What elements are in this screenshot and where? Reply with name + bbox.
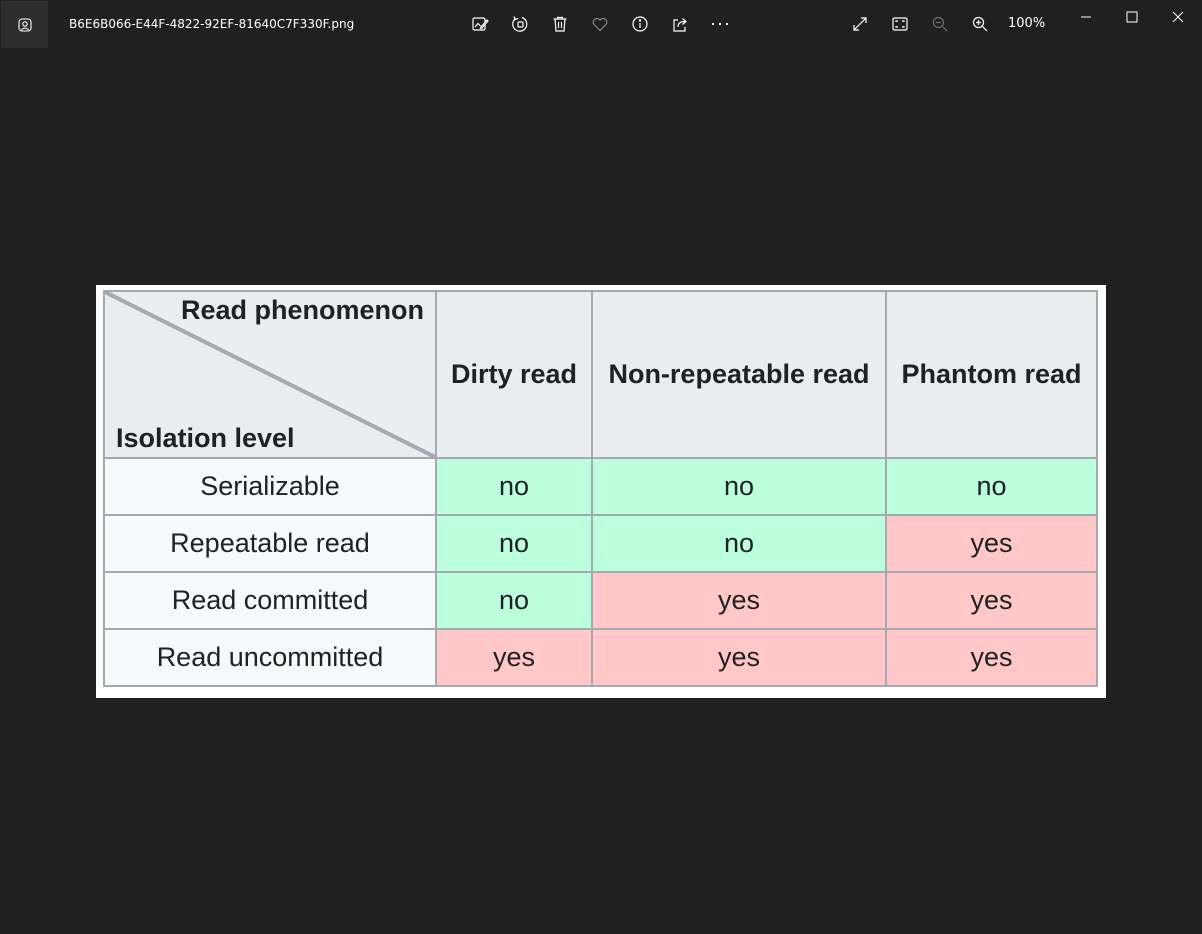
zoom-out-button[interactable] bbox=[924, 8, 956, 40]
rotate-icon bbox=[511, 15, 529, 33]
isolation-level-table: Read phenomenon Isolation level Dirty re… bbox=[103, 290, 1098, 687]
minimize-icon bbox=[1080, 8, 1092, 27]
isolation-level-label: Isolation level bbox=[116, 423, 295, 453]
table-row: Serializable no no no bbox=[103, 457, 1098, 516]
table-cell: yes bbox=[885, 514, 1098, 573]
row-label: Repeatable read bbox=[103, 514, 437, 573]
title-bar: B6E6B066-E44F-4822-92EF-81640C7F330F.png bbox=[0, 0, 1202, 48]
zoom-in-icon bbox=[971, 15, 989, 33]
edit-image-button[interactable] bbox=[464, 8, 496, 40]
table-row: Repeatable read no no yes bbox=[103, 514, 1098, 573]
table-cell: no bbox=[435, 457, 593, 516]
table-cell: no bbox=[435, 571, 593, 630]
info-icon bbox=[631, 15, 649, 33]
column-header: Phantom read bbox=[885, 290, 1098, 459]
fit-to-window-button[interactable] bbox=[884, 8, 916, 40]
more-options-button[interactable] bbox=[704, 8, 736, 40]
table-cell: no bbox=[885, 457, 1098, 516]
file-name: B6E6B066-E44F-4822-92EF-81640C7F330F.png bbox=[69, 17, 355, 31]
close-icon bbox=[1172, 8, 1184, 27]
row-label: Read committed bbox=[103, 571, 437, 630]
table-cell: no bbox=[435, 514, 593, 573]
row-label: Serializable bbox=[103, 457, 437, 516]
rotate-button[interactable] bbox=[504, 8, 536, 40]
column-header: Dirty read bbox=[435, 290, 593, 459]
fit-window-icon bbox=[891, 15, 909, 33]
corner-header: Read phenomenon Isolation level bbox=[103, 290, 437, 459]
more-icon bbox=[710, 15, 730, 33]
table-cell: yes bbox=[591, 571, 887, 630]
table-cell: yes bbox=[885, 571, 1098, 630]
table-cell: yes bbox=[435, 628, 593, 687]
photos-app-icon[interactable] bbox=[1, 1, 48, 48]
zoom-out-icon bbox=[931, 15, 949, 33]
info-button[interactable] bbox=[624, 8, 656, 40]
delete-icon bbox=[551, 15, 569, 33]
delete-button[interactable] bbox=[544, 8, 576, 40]
maximize-button[interactable] bbox=[1109, 0, 1155, 34]
table-cell: no bbox=[591, 457, 887, 516]
header-row: Read phenomenon Isolation level Dirty re… bbox=[103, 290, 1098, 459]
table-row: Read uncommitted yes yes yes bbox=[103, 628, 1098, 687]
zoom-level-label[interactable]: 100% bbox=[1008, 16, 1045, 31]
close-button[interactable] bbox=[1155, 0, 1201, 34]
favorite-button[interactable] bbox=[584, 8, 616, 40]
fullscreen-button[interactable] bbox=[844, 8, 876, 40]
column-header: Non-repeatable read bbox=[591, 290, 887, 459]
table-cell: yes bbox=[885, 628, 1098, 687]
row-label: Read uncommitted bbox=[103, 628, 437, 687]
favorite-icon bbox=[591, 15, 609, 33]
displayed-image: Read phenomenon Isolation level Dirty re… bbox=[96, 285, 1106, 698]
share-icon bbox=[671, 15, 689, 33]
share-button[interactable] bbox=[664, 8, 696, 40]
table-cell: yes bbox=[591, 628, 887, 687]
maximize-icon bbox=[1126, 8, 1138, 27]
photos-app-window: B6E6B066-E44F-4822-92EF-81640C7F330F.png bbox=[0, 0, 1202, 934]
minimize-button[interactable] bbox=[1063, 0, 1109, 34]
table-row: Read committed no yes yes bbox=[103, 571, 1098, 630]
zoom-in-button[interactable] bbox=[964, 8, 996, 40]
edit-image-icon bbox=[471, 15, 489, 33]
fullscreen-icon bbox=[851, 15, 869, 33]
read-phenomenon-label: Read phenomenon bbox=[180, 295, 424, 325]
table-cell: no bbox=[591, 514, 887, 573]
